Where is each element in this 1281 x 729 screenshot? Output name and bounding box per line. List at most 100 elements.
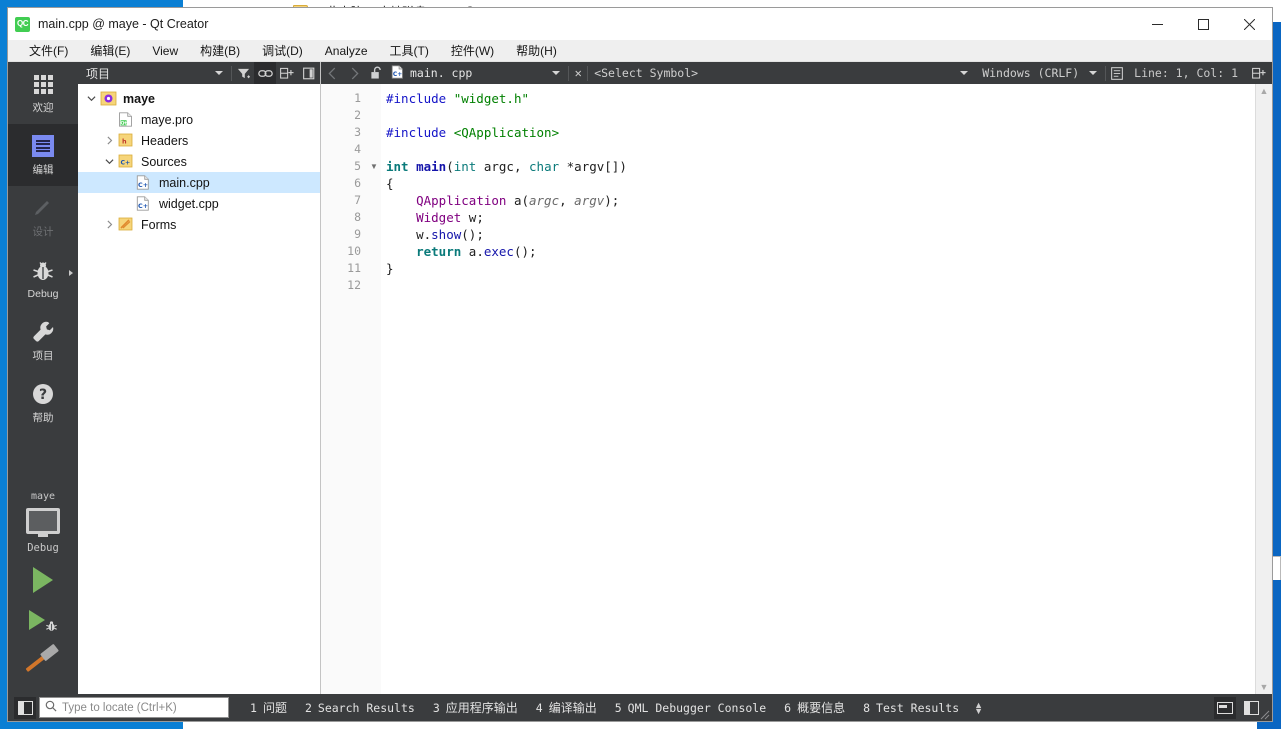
menu-edit[interactable]: 编辑(E) <box>79 40 141 61</box>
scroll-up-arrow-icon[interactable]: ▲ <box>1260 86 1269 96</box>
editor-back-button[interactable] <box>321 62 343 84</box>
line-number: 2 <box>354 108 361 122</box>
split-add-icon[interactable] <box>276 62 298 84</box>
output-label: 问题 <box>262 701 287 715</box>
filter-icon[interactable] <box>232 62 254 84</box>
chevron-down-icon[interactable] <box>82 94 100 103</box>
output-button-search-results[interactable]: 2 Search Results <box>296 694 424 721</box>
code-token: } <box>386 261 394 276</box>
symbol-selector[interactable]: <Select Symbol> <box>588 66 960 80</box>
kit-icon-row <box>8 504 78 538</box>
text-lines-icon[interactable] <box>1106 62 1128 84</box>
mode-debug[interactable]: Debug <box>8 248 78 310</box>
fold-marker-column[interactable]: ▼ <box>367 84 381 694</box>
editor-viewport[interactable]: 1 2 3 4 5 6 7 8 9 10 11 12 ▼ #include "w… <box>321 84 1272 694</box>
editor-vertical-scrollbar[interactable]: ▲ ▼ <box>1255 84 1272 694</box>
code-token: char <box>529 159 560 174</box>
output-pane-buttons: 1 问题 2 Search Results 3 应用程序输出 4 编译输出 5 … <box>241 694 983 721</box>
chevron-down-icon[interactable]: ▼ <box>974 706 983 715</box>
tree-item-forms[interactable]: Forms <box>78 214 320 235</box>
menu-view[interactable]: View <box>141 40 189 61</box>
output-button-compile-output[interactable]: 4 编译输出 <box>527 694 606 721</box>
menu-build[interactable]: 构建(B) <box>189 40 251 61</box>
scroll-down-arrow-icon[interactable]: ▼ <box>1260 682 1269 692</box>
output-button-issues[interactable]: 1 问题 <box>241 694 296 721</box>
svg-text:?: ? <box>39 387 47 403</box>
build-button[interactable] <box>8 640 78 680</box>
wrench-icon <box>30 319 56 345</box>
tree-item-label: Sources <box>141 154 187 169</box>
code-line: w.show(); <box>386 226 1255 243</box>
editor-forward-button[interactable] <box>343 62 365 84</box>
menu-widgets[interactable]: 控件(W) <box>440 40 505 61</box>
code-line: return a.exec(); <box>386 243 1255 260</box>
code-line: } <box>386 260 1255 277</box>
mode-design: 设计 <box>8 186 78 248</box>
code-token: argc, <box>476 159 530 174</box>
chevron-down-icon[interactable] <box>960 71 969 75</box>
chevron-right-icon[interactable] <box>69 270 73 276</box>
mode-selector: 欢迎 编辑 设计 Debug 项目 ? 帮助 maye Debug <box>8 62 78 694</box>
kit-selector[interactable]: maye Debug <box>8 491 78 560</box>
current-file-name: main. cpp <box>410 66 473 80</box>
mode-help[interactable]: ? 帮助 <box>8 372 78 434</box>
line-number: 1 <box>354 91 361 105</box>
code-token: return <box>416 244 462 259</box>
mode-edit[interactable]: 编辑 <box>8 124 78 186</box>
tree-item-main-cpp[interactable]: C+ main.cpp <box>78 172 320 193</box>
chevron-right-icon[interactable] <box>100 136 118 145</box>
code-token: a. <box>461 244 484 259</box>
locator-input[interactable]: Type to locate (Ctrl+K) <box>39 697 229 718</box>
close-button[interactable] <box>1226 8 1272 40</box>
minimize-button[interactable] <box>1134 8 1180 40</box>
code-token: show <box>431 227 462 242</box>
menu-analyze[interactable]: Analyze <box>314 40 379 61</box>
progress-details-icon[interactable] <box>1214 696 1236 719</box>
line-number: 5 <box>354 159 361 173</box>
tree-item-sources[interactable]: C+ Sources <box>78 151 320 172</box>
line-ending-selector[interactable]: Windows (CRLF) <box>976 66 1079 80</box>
output-button-qml-debugger-console[interactable]: 5 QML Debugger Console <box>606 694 775 721</box>
tree-item-headers[interactable]: h Headers <box>78 130 320 151</box>
menu-help[interactable]: 帮助(H) <box>505 40 568 61</box>
output-button-general-messages[interactable]: 6 概要信息 <box>775 694 854 721</box>
unlocked-padlock-icon[interactable] <box>365 66 387 80</box>
code-text-area[interactable]: #include "widget.h" #include <QApplicati… <box>381 84 1255 694</box>
menu-file[interactable]: 文件(F) <box>18 40 79 61</box>
output-button-application-output[interactable]: 3 应用程序输出 <box>424 694 527 721</box>
mode-projects[interactable]: 项目 <box>8 310 78 372</box>
side-pane-toolbar: 项目 <box>78 62 320 84</box>
chevron-down-icon[interactable] <box>100 157 118 166</box>
output-button-test-results[interactable]: 8 Test Results <box>854 694 968 721</box>
chevron-down-icon[interactable] <box>552 71 561 75</box>
current-file-chip[interactable]: C+ main. cpp <box>387 64 473 82</box>
close-pane-icon[interactable] <box>298 62 320 84</box>
side-pane-view-combo[interactable]: 项目 <box>78 65 231 82</box>
tree-item-widget-cpp[interactable]: C+ widget.cpp <box>78 193 320 214</box>
tree-item-maye-pro[interactable]: Qt maye.pro <box>78 109 320 130</box>
code-token: *argv[]) <box>559 159 627 174</box>
menu-debug[interactable]: 调试(D) <box>251 40 314 61</box>
tree-item-label: main.cpp <box>159 175 210 190</box>
debug-button[interactable] <box>8 600 78 640</box>
maximize-button[interactable] <box>1180 8 1226 40</box>
tree-item-maye[interactable]: maye <box>78 88 320 109</box>
close-document-button[interactable]: ✕ <box>569 66 587 80</box>
menu-tools[interactable]: 工具(T) <box>379 40 440 61</box>
split-add-icon[interactable] <box>1248 62 1270 84</box>
chevron-right-icon[interactable] <box>100 220 118 229</box>
statusbar: Type to locate (Ctrl+K) 1 问题 2 Search Re… <box>8 694 1272 721</box>
output-label: QML Debugger Console <box>627 700 767 715</box>
output-pane-stepper[interactable]: ▲ ▼ <box>974 700 983 715</box>
mode-welcome[interactable]: 欢迎 <box>8 62 78 124</box>
chevron-down-icon[interactable] <box>1089 71 1098 75</box>
window-resize-grip[interactable] <box>1258 707 1270 720</box>
fold-marker-icon[interactable]: ▼ <box>367 158 381 175</box>
panel-toggle-icon[interactable] <box>14 696 36 719</box>
link-icon[interactable] <box>254 62 276 84</box>
editor-toolbar: C+ main. cpp ✕ <Select Symbol> Windows (… <box>321 62 1272 84</box>
run-button[interactable] <box>8 560 78 600</box>
